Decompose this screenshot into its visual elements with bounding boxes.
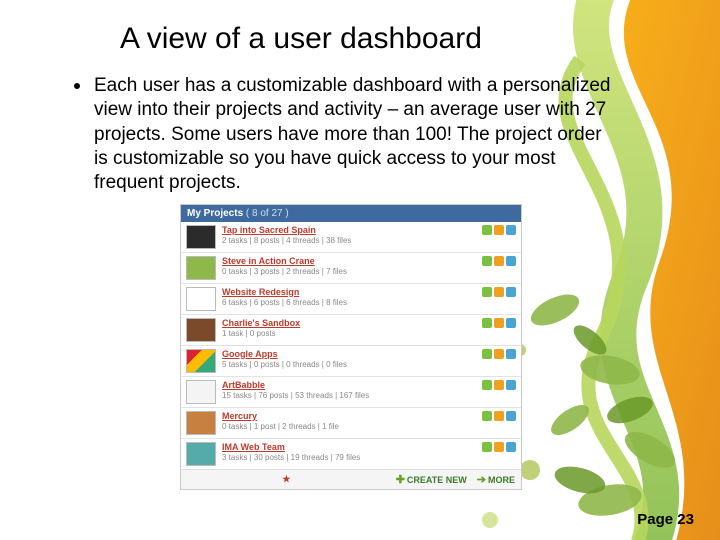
action-icon[interactable] [494,225,504,235]
project-row[interactable]: Tap into Sacred Spain2 tasks | 8 posts |… [181,222,521,252]
slide-title: A view of a user dashboard [120,22,660,56]
project-name[interactable]: Mercury [222,411,482,421]
action-icon[interactable] [482,256,492,266]
project-action-icons[interactable] [482,442,516,452]
more-button[interactable]: ➔MORE [477,473,515,486]
action-icon[interactable] [506,442,516,452]
bullet-text: Each user has a customizable dashboard w… [94,74,614,196]
action-icon[interactable] [482,287,492,297]
project-action-icons[interactable] [482,256,516,266]
project-name[interactable]: Google Apps [222,349,482,359]
project-thumbnail [186,318,216,342]
action-icon[interactable] [482,442,492,452]
bullet-item: Each user has a customizable dashboard w… [70,74,660,196]
bullet-dot-icon [74,83,80,89]
project-thumbnail [186,380,216,404]
action-icon[interactable] [482,225,492,235]
action-icon[interactable] [482,380,492,390]
project-meta: 0 tasks | 1 post | 2 threads | 1 file [222,422,482,431]
project-name[interactable]: Steve in Action Crane [222,256,482,266]
projects-screenshot: My Projects ( 8 of 27 ) Tap into Sacred … [180,204,522,490]
project-meta: 15 tasks | 76 posts | 53 threads | 167 f… [222,391,482,400]
page-number: Page 23 [637,511,694,528]
action-icon[interactable] [494,442,504,452]
project-meta: 2 tasks | 8 posts | 4 threads | 38 files [222,236,482,245]
project-thumbnail [186,256,216,280]
project-name[interactable]: Charlie's Sandbox [222,318,482,328]
project-row[interactable]: ArtBabble15 tasks | 76 posts | 53 thread… [181,376,521,407]
action-icon[interactable] [494,256,504,266]
projects-panel-header: My Projects ( 8 of 27 ) [181,205,521,222]
project-action-icons[interactable] [482,380,516,390]
action-icon[interactable] [494,349,504,359]
action-icon[interactable] [506,318,516,328]
project-name[interactable]: Website Redesign [222,287,482,297]
action-icon[interactable] [506,380,516,390]
project-meta: 6 tasks | 6 posts | 6 threads | 8 files [222,298,482,307]
project-thumbnail [186,287,216,311]
project-action-icons[interactable] [482,411,516,421]
action-icon[interactable] [494,380,504,390]
action-icon[interactable] [506,225,516,235]
project-action-icons[interactable] [482,349,516,359]
favorite-icon: ★ [282,474,290,485]
project-name[interactable]: Tap into Sacred Spain [222,225,482,235]
project-action-icons[interactable] [482,225,516,235]
project-meta: 3 tasks | 30 posts | 19 threads | 79 fil… [222,453,482,462]
project-row[interactable]: Mercury0 tasks | 1 post | 2 threads | 1 … [181,407,521,438]
projects-panel-footer: ★ ✚CREATE NEW ➔MORE [181,469,521,489]
projects-list: Tap into Sacred Spain2 tasks | 8 posts |… [181,222,521,469]
action-icon[interactable] [506,287,516,297]
project-row[interactable]: Steve in Action Crane0 tasks | 3 posts |… [181,252,521,283]
project-row[interactable]: Website Redesign6 tasks | 6 posts | 6 th… [181,283,521,314]
project-thumbnail [186,349,216,373]
project-row[interactable]: Google Apps5 tasks | 0 posts | 0 threads… [181,345,521,376]
action-icon[interactable] [482,411,492,421]
action-icon[interactable] [494,318,504,328]
action-icon[interactable] [494,287,504,297]
projects-panel-count: ( 8 of 27 ) [246,208,289,219]
project-meta: 1 task | 0 posts [222,329,482,338]
project-meta: 5 tasks | 0 posts | 0 threads | 0 files [222,360,482,369]
project-meta: 0 tasks | 3 posts | 2 threads | 7 files [222,267,482,276]
action-icon[interactable] [482,318,492,328]
action-icon[interactable] [494,411,504,421]
project-name[interactable]: ArtBabble [222,380,482,390]
project-row[interactable]: IMA Web Team3 tasks | 30 posts | 19 thre… [181,438,521,469]
action-icon[interactable] [482,349,492,359]
project-thumbnail [186,442,216,466]
project-thumbnail [186,411,216,435]
project-row[interactable]: Charlie's Sandbox1 task | 0 posts [181,314,521,345]
projects-panel-title: My Projects [187,208,243,219]
action-icon[interactable] [506,411,516,421]
project-name[interactable]: IMA Web Team [222,442,482,452]
project-action-icons[interactable] [482,287,516,297]
action-icon[interactable] [506,256,516,266]
project-action-icons[interactable] [482,318,516,328]
action-icon[interactable] [506,349,516,359]
project-thumbnail [186,225,216,249]
create-new-button[interactable]: ✚CREATE NEW [396,473,467,486]
